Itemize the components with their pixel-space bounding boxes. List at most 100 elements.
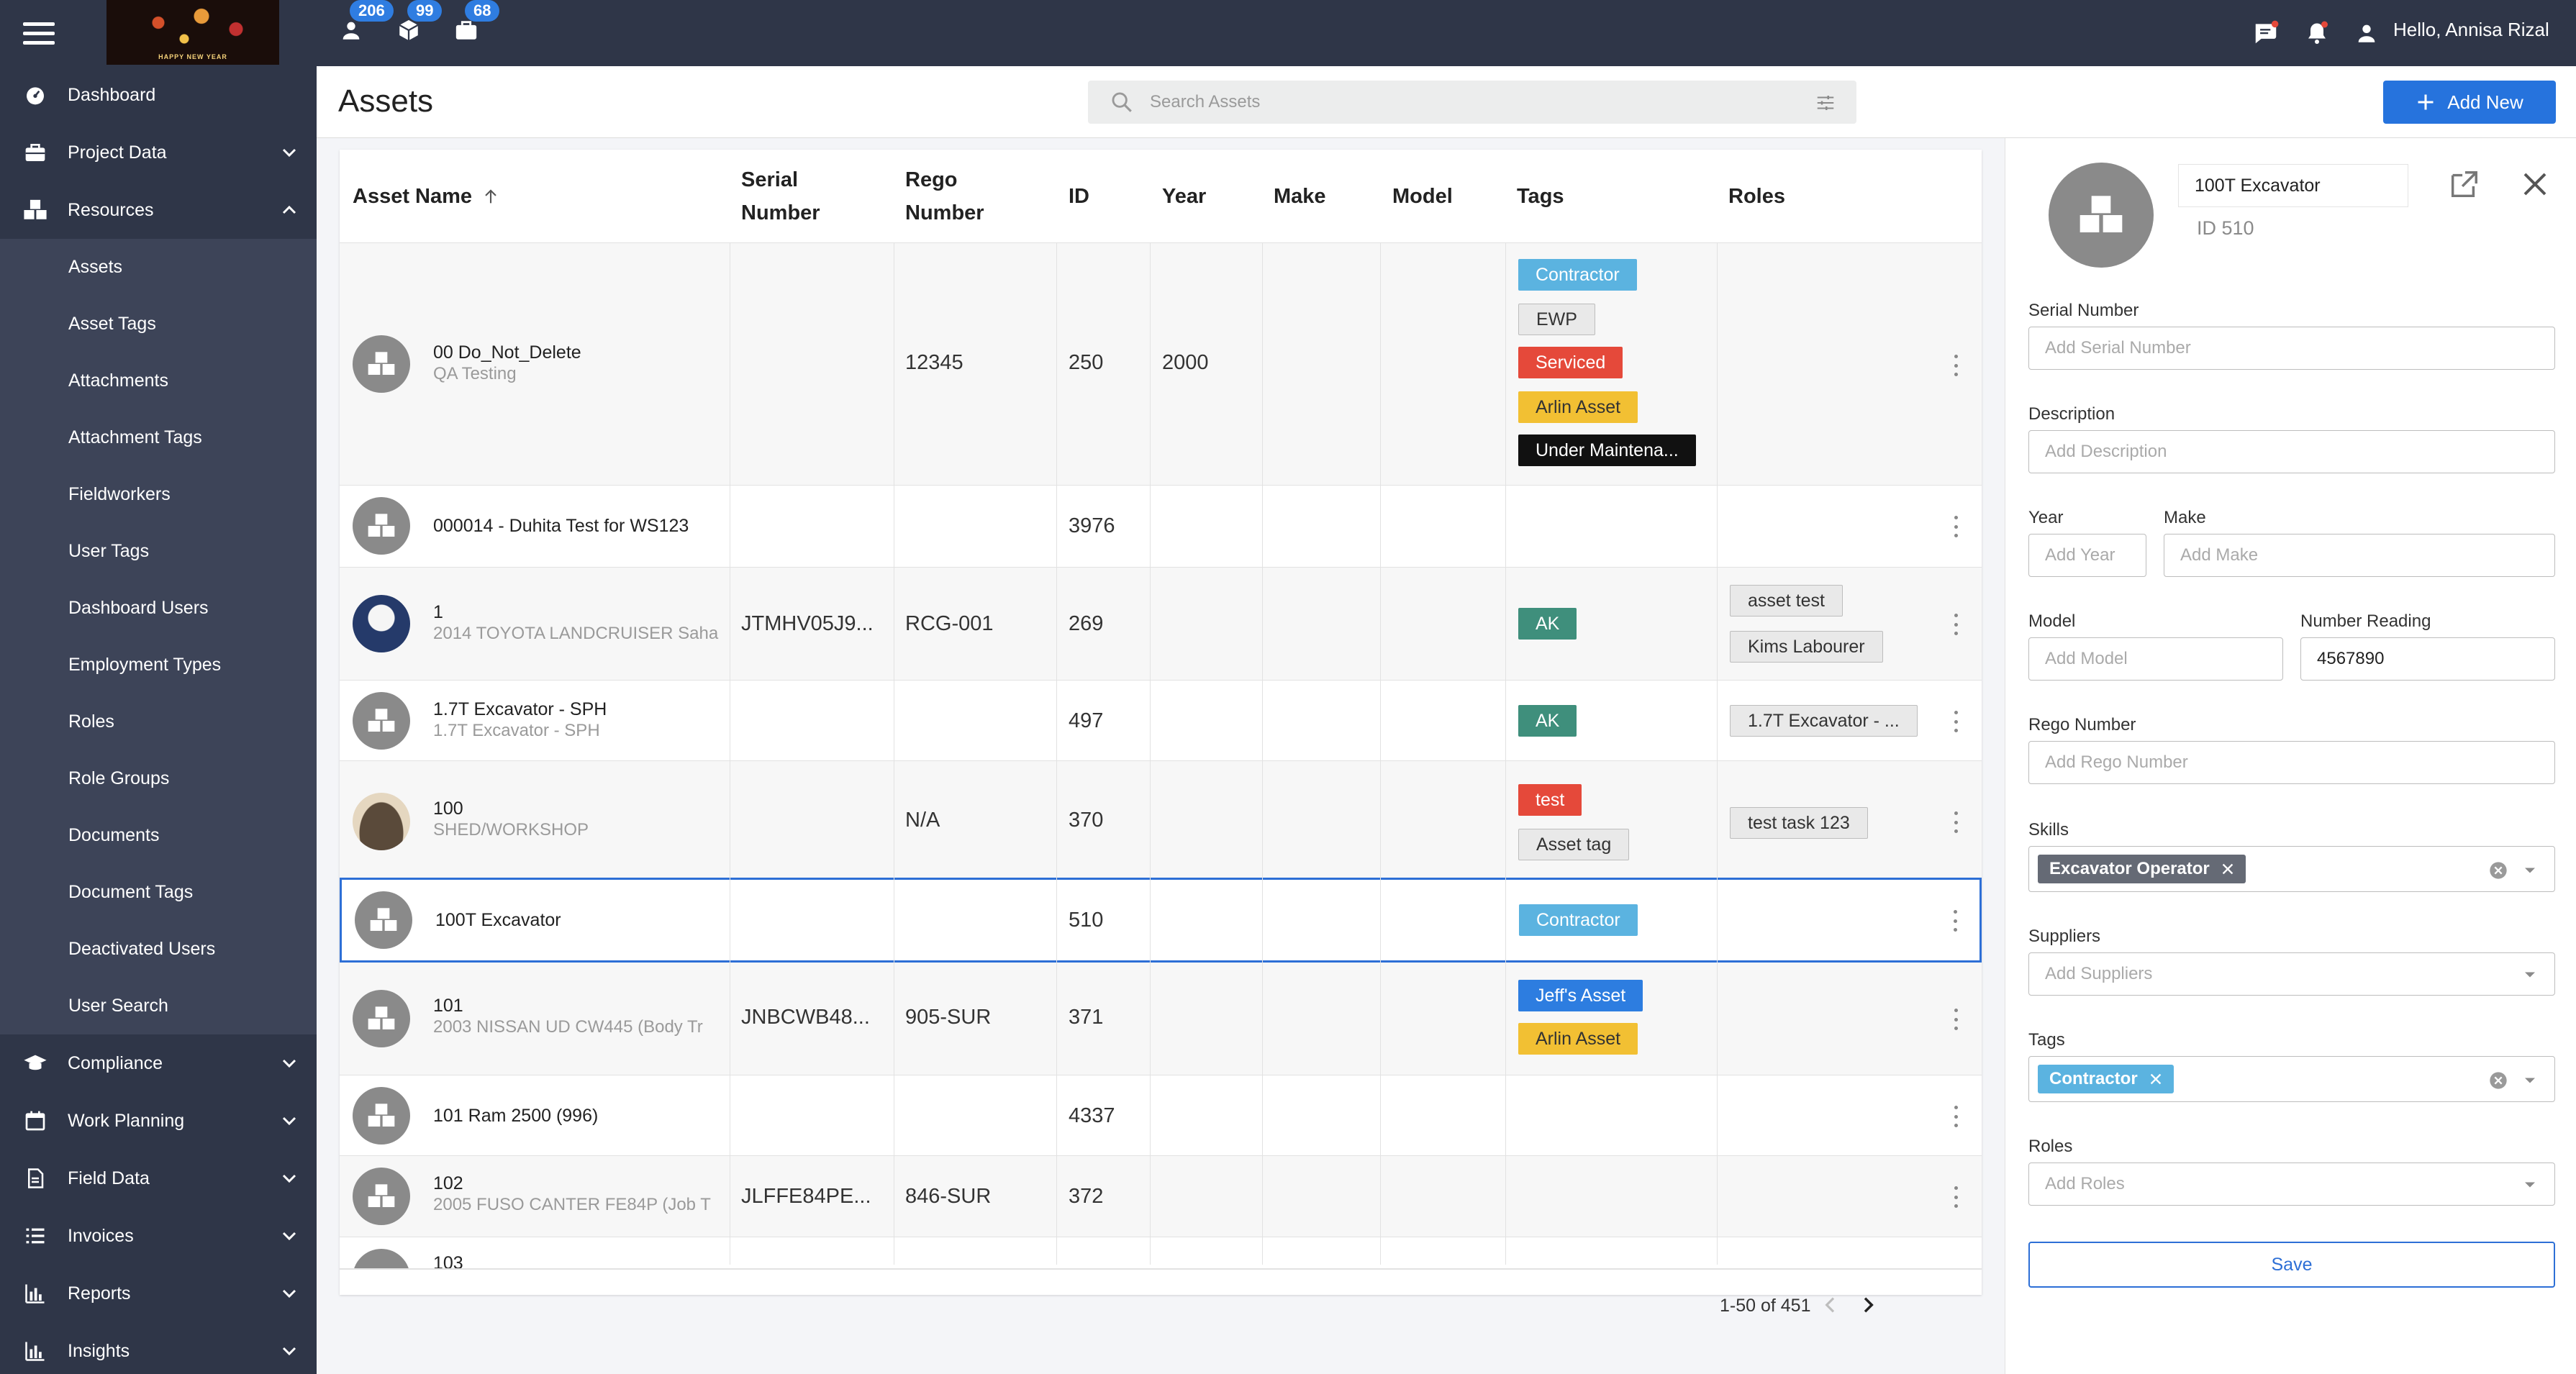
- chevron-right-icon[interactable]: [1856, 1293, 1879, 1316]
- asset-avatar-large[interactable]: [2049, 163, 2154, 268]
- sidebar-item-insights[interactable]: Insights: [0, 1322, 317, 1374]
- save-button[interactable]: Save: [2028, 1242, 2555, 1288]
- row-more-menu-icon[interactable]: [1954, 1106, 1959, 1127]
- model-input[interactable]: Add Model: [2028, 637, 2283, 681]
- asset-name-input[interactable]: 100T Excavator: [2178, 164, 2408, 207]
- row-more-menu-icon[interactable]: [1954, 711, 1959, 732]
- sidebar-item-label: Insights: [68, 1340, 130, 1361]
- description-input[interactable]: Add Description: [2028, 430, 2555, 473]
- document-icon: [23, 1166, 47, 1191]
- sidebar-item-fieldworkers[interactable]: Fieldworkers: [0, 466, 317, 523]
- list-icon: [23, 1224, 47, 1248]
- messages-button[interactable]: [2252, 13, 2280, 53]
- column-header-id[interactable]: ID: [1069, 150, 1089, 243]
- table-row[interactable]: 100 SHED/WORKSHOP N/A 370 test Asset tag…: [340, 761, 1982, 883]
- sidebar-item-document-tags[interactable]: Document Tags: [0, 864, 317, 921]
- assets-shortcut[interactable]: 99: [394, 0, 443, 45]
- pagination-text: 1-50 of 451: [1720, 1296, 1811, 1316]
- sidebar-item-assets[interactable]: Assets: [0, 239, 317, 296]
- bar-chart-icon: [23, 1339, 47, 1363]
- remove-chip-icon[interactable]: [2148, 1071, 2164, 1087]
- row-more-menu-icon[interactable]: [1954, 1009, 1959, 1030]
- table-row[interactable]: 102 2005 FUSO CANTER FE84P (Job T JLFFE8…: [340, 1156, 1982, 1237]
- row-more-menu-icon[interactable]: [1954, 516, 1959, 537]
- table-row[interactable]: 101 Ram 2500 (996) 4337: [340, 1075, 1982, 1156]
- sidebar-item-field-data[interactable]: Field Data: [0, 1150, 317, 1207]
- open-external-icon[interactable]: [2447, 168, 2480, 201]
- suppliers-select[interactable]: Add Suppliers: [2028, 952, 2555, 996]
- user-icon: [2358, 24, 2375, 42]
- column-header-rego-number[interactable]: Rego Number: [905, 150, 984, 243]
- sidebar-item-role-groups[interactable]: Role Groups: [0, 750, 317, 807]
- skills-select[interactable]: Excavator Operator: [2028, 846, 2555, 892]
- rego-number-input[interactable]: Add Rego Number: [2028, 741, 2555, 784]
- column-header-asset-name[interactable]: Asset Name: [353, 150, 501, 243]
- sidebar-item-employment-types[interactable]: Employment Types: [0, 637, 317, 693]
- sidebar-item-invoices[interactable]: Invoices: [0, 1207, 317, 1265]
- serial-number-input[interactable]: Add Serial Number: [2028, 327, 2555, 370]
- roles-select[interactable]: Add Roles: [2028, 1163, 2555, 1206]
- make-input[interactable]: Add Make: [2164, 534, 2555, 577]
- column-header-year[interactable]: Year: [1162, 150, 1206, 243]
- column-header-make[interactable]: Make: [1274, 150, 1326, 243]
- clear-circle-icon[interactable]: [2488, 1070, 2508, 1091]
- table-row[interactable]: 1.7T Excavator - SPH 1.7T Excavator - SP…: [340, 681, 1982, 761]
- asset-avatar-photo: [353, 793, 410, 850]
- column-header-label: Serial: [741, 168, 798, 191]
- chevron-down-icon[interactable]: [2520, 860, 2540, 881]
- table-row-selected[interactable]: 100T Excavator 510 Contractor: [340, 878, 1982, 963]
- sidebar-item-deactivated-users[interactable]: Deactivated Users: [0, 921, 317, 978]
- table-row[interactable]: 101 2003 NISSAN UD CW445 (Body Tr JNBCWB…: [340, 963, 1982, 1075]
- search-input[interactable]: Search Assets: [1088, 81, 1856, 124]
- chevron-left-icon[interactable]: [1819, 1293, 1842, 1316]
- tags-select[interactable]: Contractor: [2028, 1056, 2555, 1102]
- sidebar-item-reports[interactable]: Reports: [0, 1265, 317, 1322]
- clear-circle-icon[interactable]: [2488, 860, 2508, 881]
- id-cell: 497: [1069, 709, 1104, 732]
- notifications-button[interactable]: [2304, 13, 2330, 53]
- sidebar-item-user-search[interactable]: User Search: [0, 978, 317, 1034]
- hamburger-menu-icon[interactable]: [23, 17, 55, 49]
- sidebar-item-label: Dashboard: [68, 84, 156, 105]
- column-header-model[interactable]: Model: [1392, 150, 1453, 243]
- column-header-roles[interactable]: Roles: [1728, 150, 1785, 243]
- users-shortcut[interactable]: 206: [337, 0, 394, 45]
- add-new-button[interactable]: Add New: [2383, 81, 2556, 124]
- sidebar-item-attachments[interactable]: Attachments: [0, 352, 317, 409]
- sidebar-item-resources[interactable]: Resources: [0, 181, 317, 239]
- company-logo[interactable]: HAPPY NEW YEAR: [106, 0, 279, 65]
- sidebar-item-work-planning[interactable]: Work Planning: [0, 1092, 317, 1150]
- sidebar-item-documents[interactable]: Documents: [0, 807, 317, 864]
- table-row[interactable]: 1 2014 TOYOTA LANDCRUISER Saha JTMHV05J9…: [340, 568, 1982, 681]
- year-input[interactable]: Add Year: [2028, 534, 2146, 577]
- sidebar-item-project-data[interactable]: Project Data: [0, 124, 317, 181]
- table-row[interactable]: 103: [340, 1237, 1982, 1269]
- sidebar-item-asset-tags[interactable]: Asset Tags: [0, 296, 317, 352]
- jobs-shortcut[interactable]: 68: [452, 0, 500, 45]
- number-reading-input[interactable]: 4567890: [2300, 637, 2555, 681]
- row-more-menu-icon[interactable]: [1954, 1186, 1959, 1208]
- filter-sliders-icon[interactable]: [1815, 92, 1836, 114]
- column-header-tags[interactable]: Tags: [1517, 150, 1564, 243]
- column-header-serial-number[interactable]: Serial Number: [741, 150, 820, 243]
- roles-placeholder: Add Roles: [2045, 1174, 2125, 1193]
- sidebar-item-user-tags[interactable]: User Tags: [0, 523, 317, 580]
- row-more-menu-icon[interactable]: [1954, 910, 1958, 932]
- sidebar-item-roles[interactable]: Roles: [0, 693, 317, 750]
- row-more-menu-icon[interactable]: [1954, 355, 1959, 376]
- profile-button[interactable]: [2354, 13, 2379, 53]
- sidebar-item-attachment-tags[interactable]: Attachment Tags: [0, 409, 317, 466]
- sidebar-item-dashboard[interactable]: Dashboard: [0, 66, 317, 124]
- row-more-menu-icon[interactable]: [1954, 811, 1959, 833]
- table-row[interactable]: 000014 - Duhita Test for WS123 3976: [340, 486, 1982, 568]
- remove-chip-icon[interactable]: [2220, 861, 2236, 877]
- search-icon: [1112, 92, 1132, 112]
- chevron-down-icon[interactable]: [2520, 1070, 2540, 1091]
- sidebar-item-dashboard-users[interactable]: Dashboard Users: [0, 580, 317, 637]
- close-icon[interactable]: [2518, 167, 2552, 201]
- user-icon: [343, 22, 360, 40]
- assets-table: Asset Name Serial Number Rego Number ID …: [340, 150, 1982, 1295]
- sidebar-item-compliance[interactable]: Compliance: [0, 1034, 317, 1092]
- table-row[interactable]: 00 Do_Not_Delete QA Testing 12345 250 20…: [340, 243, 1982, 486]
- row-more-menu-icon[interactable]: [1954, 614, 1959, 635]
